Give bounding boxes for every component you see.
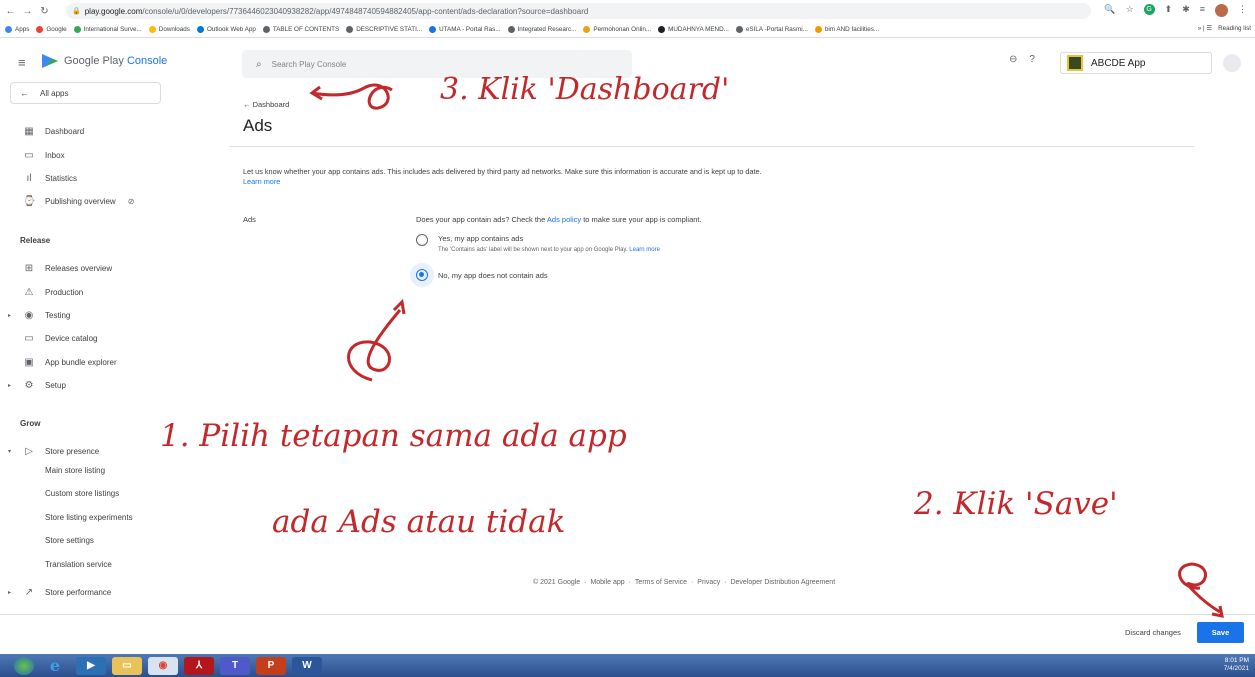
annotation-arrows bbox=[309, 83, 1224, 618]
arrow-to-save bbox=[1178, 562, 1221, 614]
arrow-to-dashboard bbox=[311, 83, 393, 110]
arrow-to-radio bbox=[347, 309, 402, 382]
screen: ← → ↻ 🔒 play.google.com /console/u/0/dev… bbox=[0, 0, 1255, 677]
